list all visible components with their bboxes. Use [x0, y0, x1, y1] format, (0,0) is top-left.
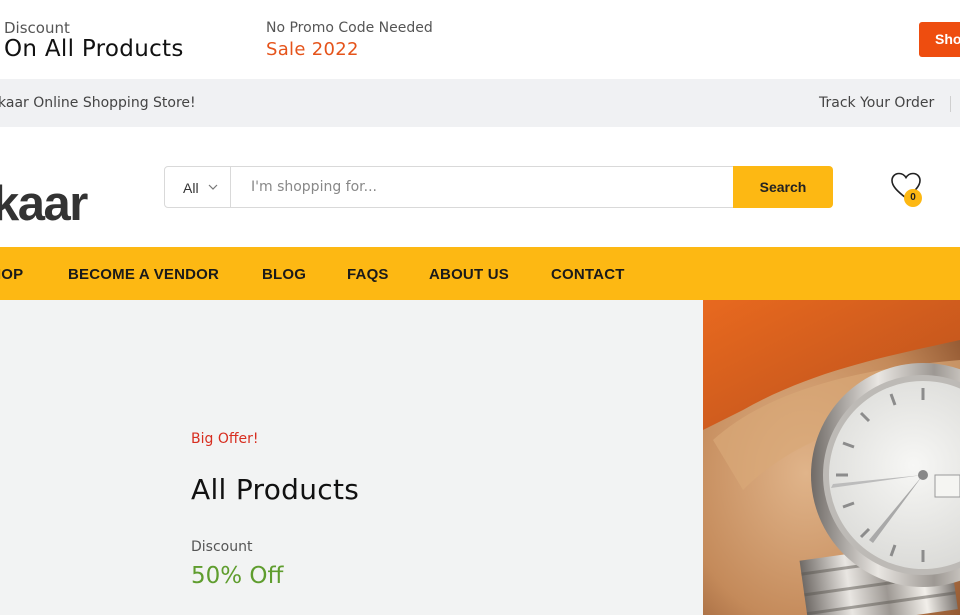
site-logo[interactable]: kaar: [0, 180, 88, 229]
wristwatch-image: [703, 300, 960, 615]
promo-code-label: No Promo Code Needed: [266, 20, 433, 36]
nav-item-about-us[interactable]: ABOUT US: [429, 266, 509, 283]
track-order-link[interactable]: Track Your Order: [819, 95, 934, 111]
nav-item-shop[interactable]: SHOP: [0, 266, 23, 283]
nav-item-faqs[interactable]: FAQS: [347, 266, 389, 283]
shop-now-button[interactable]: Shop Now: [919, 22, 960, 57]
hero-banner: Big Offer! All Products Discount 50% Off: [0, 300, 960, 615]
nav-item-blog[interactable]: BLOG: [262, 266, 306, 283]
site-header: kaar All Search 0: [0, 127, 960, 247]
category-select-label: All: [183, 180, 199, 196]
nav-item-contact[interactable]: CONTACT: [551, 266, 625, 283]
chevron-down-icon: [208, 184, 218, 190]
search-bar: All Search: [164, 166, 833, 208]
search-input[interactable]: [232, 167, 732, 207]
wishlist-button[interactable]: 0: [889, 170, 925, 207]
promo-code-value: Sale 2022: [266, 39, 359, 60]
search-button[interactable]: Search: [733, 166, 833, 208]
hero-tag: Big Offer!: [191, 431, 259, 447]
main-nav: SHOP BECOME A VENDOR BLOG FAQS ABOUT US …: [0, 247, 960, 300]
wishlist-count-badge: 0: [904, 189, 922, 207]
welcome-text: kaar Online Shopping Store!: [0, 95, 196, 111]
hero-title: All Products: [191, 473, 360, 506]
promo-discount-title: On All Products: [4, 36, 184, 62]
category-select[interactable]: All: [165, 167, 231, 207]
hero-discount-label: Discount: [191, 539, 253, 555]
hero-discount-value: 50% Off: [191, 563, 284, 589]
promo-bar: Discount On All Products No Promo Code N…: [0, 0, 960, 79]
info-strip: kaar Online Shopping Store! Track Your O…: [0, 79, 960, 127]
promo-discount-label: Discount: [4, 19, 70, 37]
nav-item-become-a-vendor[interactable]: BECOME A VENDOR: [68, 266, 219, 283]
strip-divider: [950, 96, 951, 112]
